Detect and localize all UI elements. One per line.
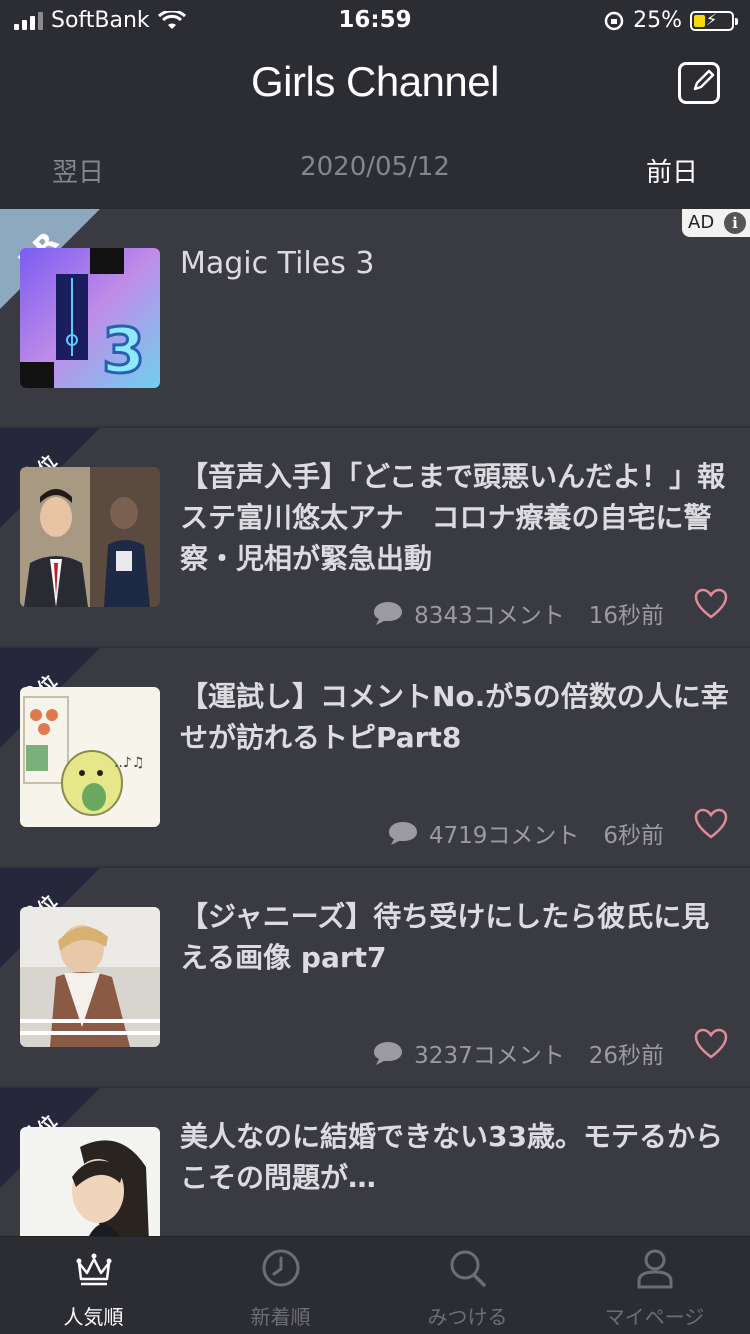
comment-icon — [374, 602, 403, 625]
bottom-tab-bar: 人気順 新着順 みつける マイページ — [0, 1236, 750, 1334]
status-right: 25% ⚡ — [603, 8, 738, 33]
topic-title[interactable]: 【ジャニーズ】待ち受けにしたら彼氏に見える画像 part7 — [180, 896, 730, 978]
heart-icon[interactable] — [694, 588, 728, 620]
topic-list: PR AD i 3 — [0, 209, 750, 1236]
info-icon[interactable]: i — [724, 212, 746, 234]
tab-label: マイページ — [604, 1305, 705, 1329]
tab-label: みつける — [427, 1305, 508, 1329]
magic-tiles-app-icon: 3 — [20, 248, 160, 388]
topic-title[interactable]: 【音声入手】「どこまで頭悪いんだよ！」報ステ富川悠太アナ コロナ療養の自宅に警察… — [180, 456, 730, 579]
heart-icon[interactable] — [694, 808, 728, 840]
person-icon — [637, 1249, 673, 1289]
comment-icon — [388, 822, 417, 845]
svg-text:3: 3 — [102, 314, 145, 387]
comment-count: 3237コメント — [414, 1043, 565, 1069]
heart-icon[interactable] — [694, 1028, 728, 1060]
topic-thumbnail — [20, 467, 160, 607]
topic-meta: 8343コメント 16秒前 — [372, 596, 664, 630]
comment-count: 8343コメント — [414, 603, 565, 629]
post-time: 16秒前 — [588, 603, 664, 629]
battery-icon: ⚡ — [690, 10, 738, 31]
topic-list-item[interactable]: 4位 美人なのに結婚できない33歳。モテるからこその問題が… — [0, 1088, 750, 1236]
topic-thumbnail — [20, 1127, 160, 1236]
topic-thumbnail: ..♪♫ — [20, 687, 160, 827]
topic-thumbnail — [20, 907, 160, 1047]
topic-list-item[interactable]: 3位 【ジャニーズ】待ち受けにしたら彼氏に見える画像 part7 3237コメン… — [0, 868, 750, 1088]
battery-percent: 25% — [633, 8, 682, 33]
comment-icon — [374, 1042, 403, 1065]
tab-new[interactable]: 新着順 — [187, 1237, 374, 1334]
topic-list-item[interactable]: 1位 【音声入手】「どこまで頭悪いんだよ！」報ステ富川悠太アナ コロナ療養の自宅… — [0, 428, 750, 648]
tab-label: 新着順 — [250, 1305, 311, 1329]
current-date: 2020/05/12 — [300, 152, 450, 182]
topic-title[interactable]: Magic Tiles 3 — [180, 243, 730, 284]
topic-title[interactable]: 【運試し】コメントNo.が5の倍数の人に幸せが訪れるトピPart8 — [180, 676, 730, 758]
tab-popular[interactable]: 人気順 — [0, 1237, 187, 1334]
previous-day-button[interactable]: 前日 — [646, 152, 698, 189]
clock-icon — [262, 1249, 300, 1287]
app-header: Girls Channel — [0, 42, 750, 132]
topic-meta: 4719コメント 6秒前 — [387, 816, 664, 850]
post-time: 26秒前 — [588, 1043, 664, 1069]
tab-label: 人気順 — [63, 1305, 124, 1329]
date-navigation: 翌日 2020/05/12 前日 — [0, 132, 750, 209]
rotation-lock-icon — [604, 11, 624, 30]
topic-meta: 3237コメント 26秒前 — [372, 1036, 664, 1070]
ad-label: AD — [688, 212, 715, 233]
svg-text:..♪♫: ..♪♫ — [114, 755, 144, 771]
status-bar: SoftBank 16:59 25% ⚡ — [0, 0, 750, 42]
post-time: 6秒前 — [603, 823, 664, 849]
compose-icon — [693, 69, 715, 91]
tab-mypage[interactable]: マイページ — [561, 1237, 748, 1334]
tab-discover[interactable]: みつける — [374, 1237, 561, 1334]
app-title: Girls Channel — [251, 58, 499, 105]
search-icon — [450, 1250, 486, 1287]
ad-badge[interactable]: AD i — [682, 209, 750, 237]
crown-icon — [76, 1253, 112, 1286]
topic-list-item[interactable]: 2位 ..♪♫ 【運試し】コメントNo.が5の倍数の人に幸せが訪れるトピPart… — [0, 648, 750, 868]
topic-title[interactable]: 美人なのに結婚できない33歳。モテるからこその問題が… — [180, 1116, 730, 1198]
ad-list-item[interactable]: PR AD i 3 — [0, 209, 750, 428]
compose-button[interactable] — [678, 62, 720, 104]
comment-count: 4719コメント — [428, 823, 580, 849]
